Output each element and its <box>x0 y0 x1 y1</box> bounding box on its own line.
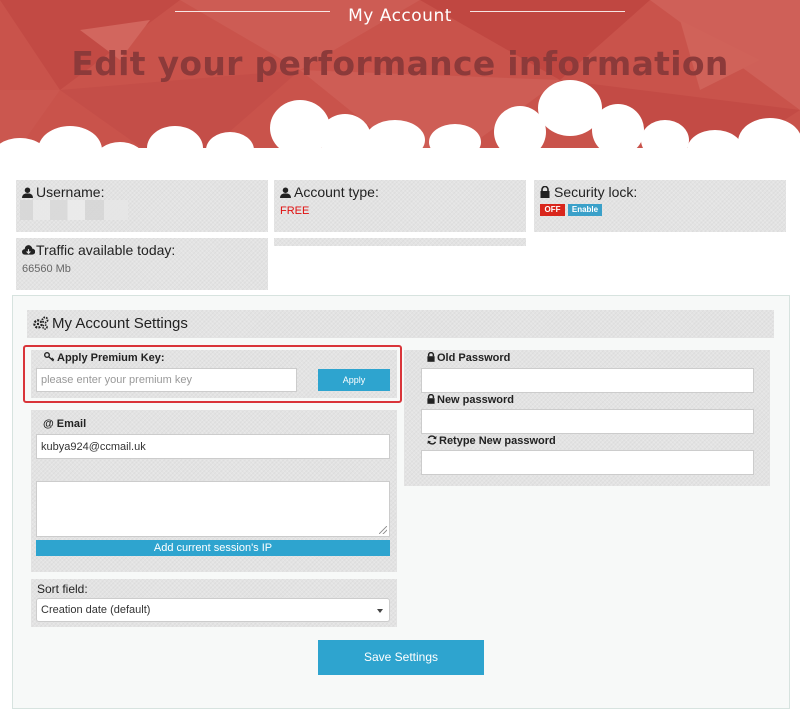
email-field[interactable]: kubya924@ccmail.uk <box>36 434 390 459</box>
sort-field-label: Sort field: <box>37 582 88 596</box>
sort-field-select[interactable]: Creation date (default) <box>36 598 390 622</box>
old-password-label: Old Password <box>437 352 511 364</box>
account-type-underbar <box>274 238 526 246</box>
settings-title: My Account Settings <box>52 315 188 332</box>
save-settings-button[interactable]: Save Settings <box>318 640 484 675</box>
cloud-decoration <box>0 80 800 175</box>
new-password-label: New password <box>437 394 515 406</box>
username-value-redacted <box>20 200 128 220</box>
cloud-download-icon <box>22 243 36 259</box>
retype-password-field[interactable] <box>421 450 754 475</box>
resize-grip-icon[interactable] <box>379 526 387 534</box>
ip-list-textarea[interactable] <box>36 481 390 537</box>
security-enable-button[interactable]: Enable <box>568 204 602 216</box>
premium-key-highlight-frame <box>23 345 402 403</box>
email-label: @ Email <box>43 418 87 430</box>
refresh-icon <box>427 435 437 448</box>
settings-header: My Account Settings <box>27 310 774 338</box>
new-password-field[interactable] <box>421 409 754 434</box>
lock-icon <box>427 393 435 407</box>
old-password-field[interactable] <box>421 368 754 393</box>
account-type-value: FREE <box>280 205 310 217</box>
sort-field-selected: Creation date (default) <box>41 604 151 616</box>
account-type-box: Account type: FREE <box>274 180 526 232</box>
traffic-box: Traffic available today: 66560 Mb <box>16 238 268 290</box>
lock-icon <box>427 351 435 365</box>
username-box: Username: <box>16 180 268 232</box>
retype-password-label: Retype New password <box>439 435 556 447</box>
caret-down-icon <box>377 609 383 613</box>
traffic-label: Traffic available today: <box>36 242 176 258</box>
account-type-label: Account type: <box>294 184 379 200</box>
username-label: Username: <box>36 184 105 200</box>
user-icon <box>280 185 292 201</box>
gears-icon <box>33 316 49 334</box>
user-icon <box>22 185 34 201</box>
traffic-value: 66560 Mb <box>22 263 71 275</box>
lock-icon <box>540 185 552 201</box>
security-off-badge: OFF <box>540 204 565 216</box>
header-banner: My Account Edit your performance informa… <box>0 0 800 175</box>
security-lock-box: Security lock: OFF Enable <box>534 180 786 232</box>
add-session-ip-button[interactable]: Add current session's IP <box>36 540 390 556</box>
security-lock-label: Security lock: <box>554 184 638 200</box>
